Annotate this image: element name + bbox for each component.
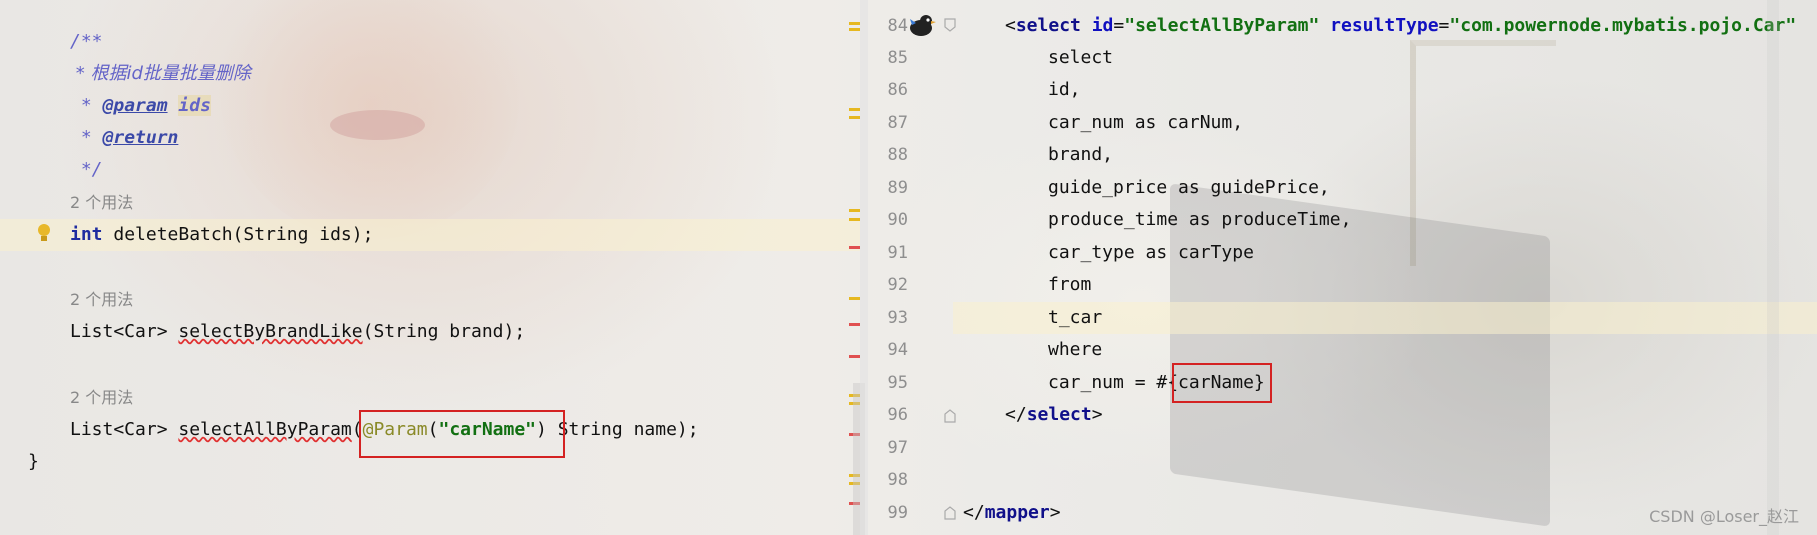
scroll-marker[interactable] — [849, 116, 860, 119]
csdn-watermark: CSDN @Loser_赵江 — [1649, 507, 1799, 526]
usage-hint[interactable]: 2 个用法 — [70, 187, 133, 219]
line-number[interactable]: 89 — [868, 172, 908, 204]
javadoc-description: * 根据id批量批量删除 — [70, 63, 251, 84]
javadoc-return-tag[interactable]: @return — [103, 127, 179, 148]
sql-line[interactable]: brand, — [1048, 139, 1113, 171]
scroll-marker[interactable] — [849, 22, 860, 25]
scroll-marker[interactable] — [849, 218, 860, 221]
mapper-close-tag[interactable]: </mapper> — [963, 497, 1061, 529]
sql-line[interactable]: where — [1048, 334, 1102, 366]
keyword-int: int — [70, 224, 103, 245]
line-number[interactable]: 90 — [868, 204, 908, 236]
line-number[interactable]: 92 — [868, 269, 908, 301]
method-params: String name); — [546, 419, 699, 440]
right-scrollbar[interactable] — [1767, 0, 1779, 535]
line-number[interactable]: 91 — [868, 237, 908, 269]
sql-line[interactable]: produce_time as produceTime, — [1048, 204, 1351, 236]
closing-brace: } — [28, 451, 39, 472]
method-deleteBatch[interactable]: int deleteBatch(String ids); — [70, 219, 373, 251]
mybatis-bird-icon[interactable] — [906, 11, 936, 39]
sql-line[interactable]: car_type as carType — [1048, 237, 1254, 269]
line-number[interactable]: 85 — [868, 42, 908, 74]
deleteBatch-signature: deleteBatch(String ids); — [102, 224, 374, 245]
method-name[interactable]: selectByBrandLike — [178, 321, 362, 342]
highlight-box-carName — [1172, 363, 1272, 403]
scroll-marker[interactable] — [849, 209, 860, 212]
attr-resultType: resultType — [1330, 15, 1439, 36]
tag-name: select — [1015, 15, 1081, 36]
fold-icon[interactable] — [944, 408, 956, 423]
line-number[interactable]: 96 — [868, 399, 908, 431]
javadoc-param-tag[interactable]: @param — [103, 95, 168, 116]
fold-icon[interactable] — [944, 17, 956, 32]
scroll-error-marker[interactable] — [849, 323, 860, 326]
return-type: List<Car> — [70, 419, 179, 440]
tag-bracket: </ — [963, 502, 985, 523]
javadoc-star: * — [70, 127, 103, 148]
attr-id: id — [1091, 15, 1114, 36]
tag-bracket: > — [1049, 502, 1061, 523]
line-number[interactable]: 88 — [868, 139, 908, 171]
javadoc-param-name: ids — [178, 95, 211, 116]
line-number[interactable]: 94 — [868, 334, 908, 366]
select-close-tag[interactable]: </select> — [1005, 399, 1103, 431]
scroll-marker[interactable] — [849, 28, 860, 31]
scroll-marker[interactable] — [849, 297, 860, 300]
tag-bracket: < — [1005, 15, 1016, 36]
sql-line[interactable]: id, — [1048, 74, 1081, 106]
line-number[interactable]: 97 — [868, 432, 908, 464]
condition-prefix: car_num = # — [1048, 372, 1168, 393]
tag-bracket: </ — [1005, 404, 1027, 425]
javadoc-star: * — [70, 95, 103, 116]
xml-editor-pane[interactable]: 84 85 86 87 88 89 90 91 92 93 94 95 96 97 98 99 <select… — [868, 0, 1817, 535]
tag-bracket: > — [1091, 404, 1103, 425]
attr-id-value: "selectAllByParam" — [1124, 15, 1320, 36]
usage-hint[interactable]: 2 个用法 — [70, 382, 133, 414]
lightbulb-icon[interactable] — [36, 222, 52, 246]
line-number[interactable]: 86 — [868, 74, 908, 106]
scroll-error-marker[interactable] — [849, 355, 860, 358]
javadoc-param-line: * @param ids — [70, 90, 211, 122]
method-name[interactable]: selectAllByParam — [178, 419, 351, 440]
line-number[interactable]: 87 — [868, 107, 908, 139]
fold-icon[interactable] — [944, 505, 956, 520]
sql-line[interactable]: car_num as carNum, — [1048, 107, 1243, 139]
tag-name: mapper — [984, 502, 1050, 523]
line-number[interactable]: 98 — [868, 464, 908, 496]
sql-line[interactable]: t_car — [1048, 302, 1102, 334]
sql-line[interactable]: select — [1048, 42, 1113, 74]
java-editor-pane[interactable]: /** * 根据id批量批量删除 * @param ids * @return … — [0, 0, 865, 535]
scroll-error-marker[interactable] — [849, 246, 860, 249]
javadoc-close: */ — [70, 159, 103, 180]
line-number[interactable]: 95 — [868, 367, 908, 399]
highlight-box-param-annotation — [359, 410, 565, 458]
select-open-tag[interactable]: <select id="selectAllByParam" resultType… — [1005, 10, 1796, 42]
sql-line[interactable]: from — [1048, 269, 1091, 301]
method-params: (String brand); — [362, 321, 526, 342]
usage-hint[interactable]: 2 个用法 — [70, 284, 133, 316]
sql-line[interactable]: guide_price as guidePrice, — [1048, 172, 1330, 204]
attr-resultType-value: "com.powernode.mybatis.pojo.Car" — [1449, 15, 1797, 36]
javadoc-open: /** — [70, 31, 103, 52]
method-selectByBrandLike[interactable]: List<Car> selectByBrandLike(String brand… — [70, 316, 525, 348]
tag-name: select — [1026, 404, 1092, 425]
line-number[interactable]: 84 — [868, 10, 908, 42]
line-number[interactable]: 93 — [868, 302, 908, 334]
return-type: List<Car> — [70, 321, 179, 342]
scroll-marker[interactable] — [849, 108, 860, 111]
javadoc-return-line: * @return — [70, 122, 179, 154]
pane-divider[interactable] — [860, 0, 868, 535]
line-number[interactable]: 99 — [868, 497, 908, 529]
